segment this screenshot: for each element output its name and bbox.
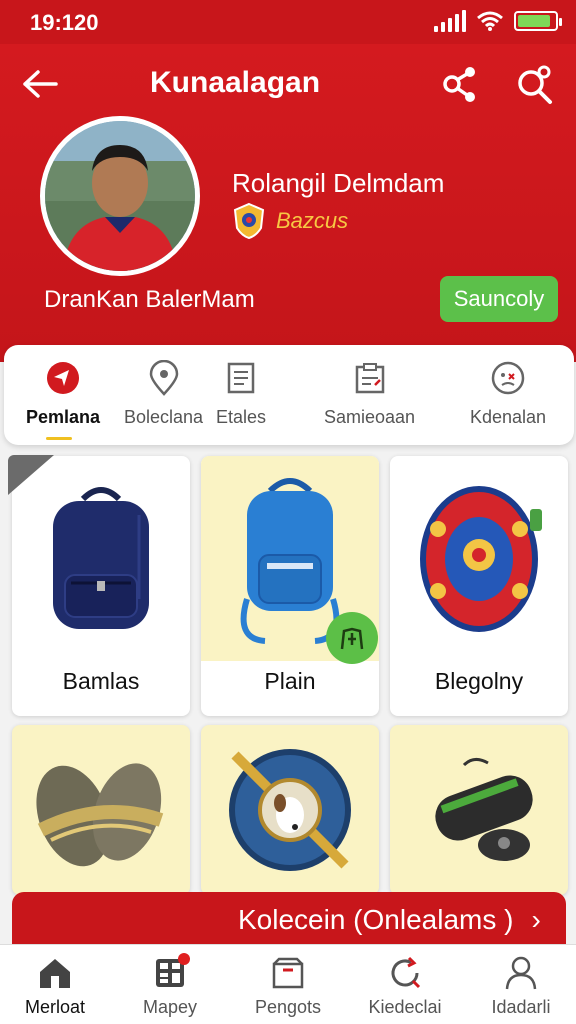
search-button[interactable] [514, 64, 556, 106]
page-title: Kunaalagan [150, 66, 321, 99]
pin-badge[interactable] [326, 612, 378, 664]
sandals-icon [36, 763, 164, 867]
badge-label: Bazcus [276, 208, 349, 233]
chevron-right-icon: › [531, 904, 541, 935]
nav-label: Kiedeclai [368, 997, 442, 1017]
back-button[interactable] [20, 66, 60, 102]
nav-item-idadarli[interactable]: Idadarli [466, 953, 576, 1018]
tab-pemlana[interactable]: Pemlana [26, 359, 100, 428]
refresh-icon [385, 953, 425, 993]
active-tab-indicator [46, 437, 72, 440]
tab-kdenalan[interactable]: Kdenalan [470, 359, 546, 428]
home-icon [35, 953, 75, 993]
battery-level [518, 15, 551, 27]
clipboard-icon [351, 359, 389, 397]
status-time: 19:120 [30, 10, 99, 35]
team-badge: Bazcus [232, 202, 348, 240]
category-tabs: Pemlana Boleclana Etales Samieoaan Kdena… [4, 345, 574, 445]
tab-etales[interactable]: Etales [216, 359, 266, 428]
signal-icon [434, 10, 466, 32]
profile-subtitle: DranKan BalerMam [44, 286, 255, 313]
profile-header: Kunaalagan Rolangil Delmdam Bazcus DranK… [0, 44, 576, 362]
product-card-emblem[interactable] [201, 725, 379, 895]
product-image [390, 456, 568, 661]
shield-crest-icon [233, 202, 265, 240]
collection-banner[interactable]: Kolecein (Onlealams ) › [12, 892, 566, 948]
document-icon [222, 359, 260, 397]
face-icon [489, 359, 527, 397]
product-label: Plain [264, 668, 316, 694]
nav-label: Merloat [24, 997, 86, 1017]
nav-label: Idadarli [491, 997, 551, 1017]
notification-dot [178, 953, 190, 965]
profile-name: Rolangil Delmdam [232, 168, 445, 198]
avatar[interactable] [40, 116, 200, 276]
target-icon [44, 359, 82, 397]
product-image [12, 456, 190, 661]
action-button[interactable]: Sauncoly [440, 276, 558, 322]
bottom-nav: Merloat Mapey Pengots Kiedeclai Idadarli [0, 944, 576, 1024]
nav-item-home[interactable]: Merloat [0, 953, 110, 1018]
navy-backpack-icon [53, 486, 149, 629]
status-icons [434, 10, 562, 32]
avatar-photo [45, 121, 195, 271]
nav-item-pengots[interactable]: Pengots [233, 953, 343, 1018]
tab-label: Boleclana [124, 407, 204, 427]
battery-icon [514, 11, 562, 31]
product-card-bamlas[interactable]: Bamlas [12, 456, 190, 716]
nav-item-kiedeclai[interactable]: Kiedeclai [350, 953, 460, 1018]
toy-shield-icon [420, 485, 542, 632]
product-label: Bamlas [62, 668, 140, 694]
wifi-icon [477, 11, 503, 31]
tab-boleclana[interactable]: Boleclana [124, 359, 203, 428]
banner-text: Kolecein (Onlealams ) [238, 904, 514, 935]
tab-samieoaan[interactable]: Samieoaan [324, 359, 415, 428]
box-icon [268, 953, 308, 993]
tab-label: Etales [216, 407, 267, 427]
back-arrow-icon [23, 70, 58, 98]
tab-label: Samieoaan [324, 407, 416, 427]
tab-label: Kdenalan [470, 407, 547, 427]
tab-label: Pemlana [26, 407, 101, 427]
dog-emblem-icon [229, 749, 351, 871]
product-label: Blegolny [434, 668, 524, 694]
status-bar: 19:120 [0, 0, 576, 44]
map-pin-icon [340, 627, 364, 650]
product-card-gadget[interactable] [390, 725, 568, 895]
product-card-plain[interactable]: Plain [201, 456, 379, 716]
nav-label: Mapey [142, 997, 198, 1017]
product-card-blegolny[interactable]: Blegolny [390, 456, 568, 716]
user-icon [501, 953, 541, 993]
share-button[interactable] [440, 64, 482, 106]
gadget-icon [435, 758, 533, 861]
calculator-icon [150, 953, 190, 993]
product-card-sandals[interactable] [12, 725, 190, 895]
nav-label: Pengots [254, 997, 322, 1017]
search-icon [518, 65, 552, 104]
nav-item-mapey[interactable]: Mapey [115, 953, 225, 1018]
share-icon [443, 67, 475, 102]
location-pin-icon [145, 359, 183, 397]
